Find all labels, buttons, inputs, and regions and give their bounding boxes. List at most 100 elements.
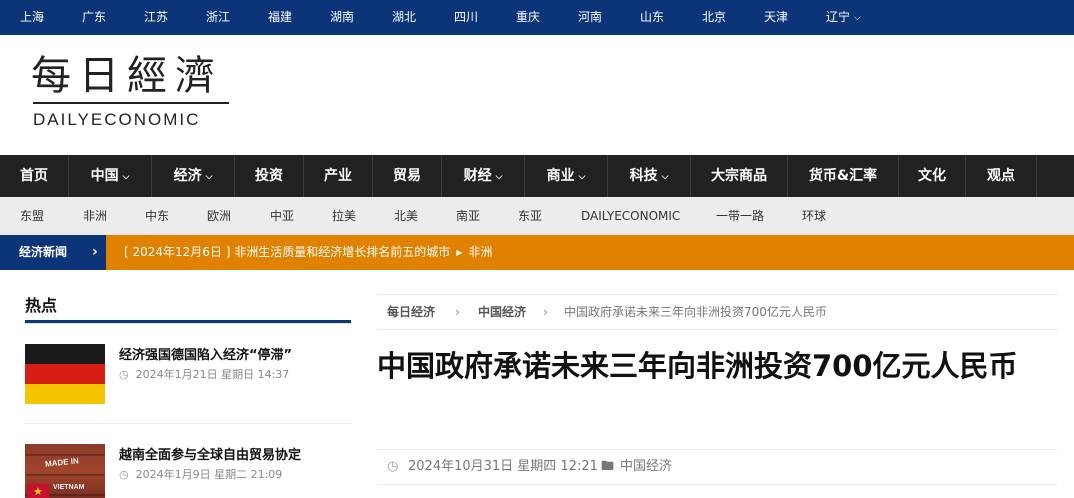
hot-item-title[interactable]: 越南全面参与全球自由贸易协定	[119, 444, 301, 463]
article-category[interactable]: 中国经济	[620, 450, 672, 484]
nav-item-economy[interactable]: 经济 ⌵	[152, 155, 234, 197]
vietnam-flag: ★	[27, 484, 49, 498]
container-ridge	[25, 474, 105, 476]
ticker-headline-text: [ 2024年12月6日 ] 非洲生活质量和经济增长排名前五的城市	[124, 245, 451, 259]
nav-item-trade[interactable]: 贸易	[373, 155, 441, 197]
nav-item-currency[interactable]: 货币&汇率	[788, 155, 898, 197]
subnav-item-africa[interactable]: 非洲	[83, 197, 107, 235]
hot-section-rule-light	[25, 323, 351, 324]
nav-item-commodities[interactable]: 大宗商品	[691, 155, 787, 197]
nav-item-label: 经济	[173, 168, 202, 184]
hot-item-date: ◷ 2024年1月9日 星期二 21:09	[119, 466, 282, 482]
flag-stripe-red	[25, 364, 105, 384]
container-label-made-in: MADE IN	[44, 456, 80, 469]
germany-flag-thumbnail[interactable]	[25, 344, 105, 404]
subnav-item-dailyeconomic[interactable]: DAILYECONOMIC	[581, 197, 680, 235]
region-link-hubei[interactable]: 湖北	[392, 0, 416, 35]
article-title: 中国政府承诺未来三年向非洲投资700亿元人民币	[377, 349, 1018, 383]
chevron-right-icon: ›	[455, 305, 460, 319]
subnav-item-south-asia[interactable]: 南亚	[456, 197, 480, 235]
region-link-shandong[interactable]: 山东	[640, 0, 664, 35]
nav-item-label: 中国	[90, 168, 119, 184]
region-link-sichuan[interactable]: 四川	[454, 0, 478, 35]
nav-item-label: 财经	[463, 168, 492, 184]
star-icon: ★	[33, 485, 43, 498]
logo-english-text: DAILYECONOMIC	[33, 110, 201, 129]
region-dropdown-label: 辽宁	[826, 10, 851, 24]
breadcrumb-home[interactable]: 每日经济	[387, 295, 435, 329]
subnav-item-latin-america[interactable]: 拉美	[332, 197, 356, 235]
nav-item-china[interactable]: 中国 ⌵	[69, 155, 151, 197]
nav-divider	[1036, 155, 1037, 197]
container-ridge	[25, 454, 105, 456]
region-link-hunan[interactable]: 湖南	[330, 0, 354, 35]
nav-item-industry[interactable]: 产业	[304, 155, 372, 197]
region-link-jiangsu[interactable]: 江苏	[144, 0, 168, 35]
hot-list-item[interactable]: 经济强国德国陷入经济“停滞” ◷ 2024年1月21日 星期日 14:37	[25, 344, 351, 406]
nav-item-technology[interactable]: 科技 ⌵	[608, 155, 690, 197]
chevron-right-icon: ›	[543, 305, 548, 319]
subnav-item-asean[interactable]: 东盟	[20, 197, 44, 235]
ticker-category[interactable]: 非洲	[468, 245, 492, 259]
region-link-fujian[interactable]: 福建	[268, 0, 292, 35]
nav-item-opinion[interactable]: 观点	[966, 155, 1036, 197]
nav-item-label: 商业	[546, 168, 575, 184]
hot-list-item[interactable]: MADE IN ★ VIETNAM 越南全面参与全球自由贸易协定 ◷ 2024年1…	[25, 444, 351, 498]
clock-icon: ◷	[387, 459, 399, 474]
region-link-henan[interactable]: 河南	[578, 0, 602, 35]
chevron-down-icon: ⌵	[495, 172, 503, 182]
clock-icon: ◷	[119, 368, 129, 381]
subnav-item-central-asia[interactable]: 中亚	[270, 197, 294, 235]
region-link-beijing[interactable]: 北京	[702, 0, 726, 35]
logo-divider	[33, 102, 229, 104]
chevron-down-icon: ⌵	[661, 172, 669, 182]
chevron-down-icon: ⌵	[854, 13, 861, 23]
article-meta: ◷ 2024年10月31日 星期四 12:21 🖿 中国经济	[377, 449, 1057, 485]
hot-item-title[interactable]: 经济强国德国陷入经济“停滞”	[119, 344, 292, 363]
subnav-item-europe[interactable]: 欧洲	[207, 197, 231, 235]
main-navigation: 首页 中国 ⌵ 经济 ⌵ 投资 产业 贸易 财经 ⌵ 商业 ⌵ 科技 ⌵ 大宗商品 货币&…	[0, 155, 1074, 197]
flag-stripe-black	[25, 344, 105, 364]
region-link-shanghai[interactable]: 上海	[20, 0, 44, 35]
shipping-container-thumbnail[interactable]: MADE IN ★ VIETNAM	[25, 444, 105, 498]
ticker-headline[interactable]: [ 2024年12月6日 ] 非洲生活质量和经济增长排名前五的城市 ▶ 非洲	[124, 235, 492, 270]
subnav-item-global[interactable]: 环球	[802, 197, 826, 235]
subnav-item-middle-east[interactable]: 中东	[145, 197, 169, 235]
clock-icon: ◷	[119, 468, 129, 481]
site-logo[interactable]: 每日經濟 DAILYECONOMIC	[31, 52, 231, 132]
breadcrumb-current: 中国政府承诺未来三年向非洲投资700亿元人民币	[564, 305, 827, 319]
ticker-label-text: 经济新闻	[19, 245, 68, 259]
breadcrumb-section[interactable]: 中国经济	[478, 295, 526, 329]
hot-item-date-text: 2024年1月21日 星期日 14:37	[135, 368, 290, 381]
subnav-item-north-america[interactable]: 北美	[394, 197, 418, 235]
folder-icon: 🖿	[601, 459, 615, 474]
region-link-zhejiang[interactable]: 浙江	[206, 0, 230, 35]
subnav-item-east-asia[interactable]: 东亚	[518, 197, 542, 235]
subnav-item-belt-and-road[interactable]: 一带一路	[716, 197, 764, 235]
logo-chinese-text: 每日經濟	[31, 53, 223, 99]
nav-item-home[interactable]: 首页	[0, 155, 68, 197]
sub-navigation: 东盟 非洲 中东 欧洲 中亚 拉美 北美 南亚 东亚 DAILYECONOMIC…	[0, 197, 1074, 235]
region-link-guangdong[interactable]: 广东	[82, 0, 106, 35]
flag-stripe-gold	[25, 384, 105, 404]
triangle-right-icon: ▶	[456, 248, 463, 257]
article-date: 2024年10月31日 星期四 12:21	[408, 459, 598, 474]
nav-item-business[interactable]: 商业 ⌵	[525, 155, 607, 197]
chevron-down-icon: ⌵	[205, 172, 213, 182]
region-dropdown-liaoning[interactable]: 辽宁 ⌵	[826, 0, 861, 35]
news-ticker: 经济新闻 › [ 2024年12月6日 ] 非洲生活质量和经济增长排名前五的城市…	[0, 235, 1074, 270]
nav-item-label: 科技	[629, 168, 658, 184]
nav-item-culture[interactable]: 文化	[899, 155, 965, 197]
region-link-tianjin[interactable]: 天津	[764, 0, 788, 35]
nav-item-finance[interactable]: 财经 ⌵	[442, 155, 524, 197]
region-link-chongqing[interactable]: 重庆	[516, 0, 540, 35]
nav-item-investment[interactable]: 投资	[235, 155, 303, 197]
chevron-right-icon: ›	[92, 244, 98, 260]
ticker-label: 经济新闻 ›	[0, 235, 106, 270]
container-label-vietnam: VIETNAM	[53, 484, 85, 491]
hot-section-title: 热点	[25, 296, 58, 315]
chevron-down-icon: ⌵	[122, 172, 130, 182]
chevron-down-icon: ⌵	[578, 172, 586, 182]
breadcrumb: 每日经济 › 中国经济 › 中国政府承诺未来三年向非洲投资700亿元人民币	[377, 294, 1057, 330]
hot-list-divider	[25, 423, 351, 424]
